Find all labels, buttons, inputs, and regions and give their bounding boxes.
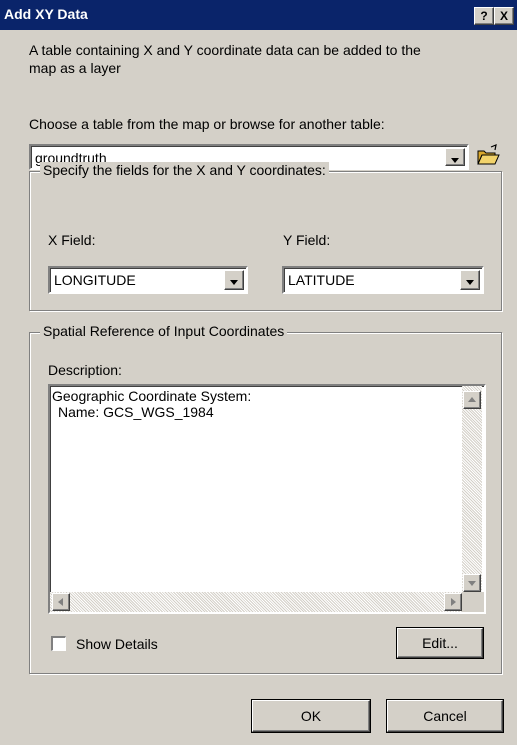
intro-line-1: A table containing X and Y coordinate da… bbox=[29, 42, 421, 58]
horizontal-scroll-track[interactable] bbox=[50, 592, 462, 612]
table-dropdown-button[interactable] bbox=[445, 148, 465, 166]
description-label: Description: bbox=[48, 362, 122, 378]
x-field-select[interactable]: LONGITUDE bbox=[48, 266, 248, 294]
description-box[interactable]: Geographic Coordinate System: Name: GCS_… bbox=[48, 384, 486, 614]
help-button[interactable]: ? bbox=[474, 7, 494, 25]
ok-button[interactable]: OK bbox=[252, 700, 370, 732]
y-field-select[interactable]: LATITUDE bbox=[282, 266, 484, 294]
close-button[interactable]: X bbox=[494, 7, 514, 25]
x-field-dropdown-button[interactable] bbox=[224, 270, 244, 290]
scroll-corner bbox=[462, 592, 484, 612]
cancel-button[interactable]: Cancel bbox=[387, 700, 503, 732]
x-field-value: LONGITUDE bbox=[54, 272, 136, 288]
intro-line-2: map as a layer bbox=[29, 60, 121, 76]
browse-button[interactable] bbox=[473, 142, 503, 170]
vertical-scroll-track[interactable] bbox=[462, 386, 482, 592]
description-line-2: Name: GCS_WGS_1984 bbox=[58, 404, 214, 420]
x-field-label: X Field: bbox=[48, 232, 96, 248]
show-details-label: Show Details bbox=[76, 636, 158, 652]
description-line-1: Geographic Coordinate System: bbox=[52, 388, 252, 404]
y-field-dropdown-button[interactable] bbox=[460, 270, 480, 290]
y-field-label: Y Field: bbox=[283, 232, 331, 248]
table-prompt: Choose a table from the map or browse fo… bbox=[29, 116, 385, 132]
fields-group-legend: Specify the fields for the X and Y coord… bbox=[40, 162, 329, 178]
scroll-down-button[interactable] bbox=[463, 574, 481, 592]
scroll-left-button[interactable] bbox=[52, 593, 70, 611]
edit-button[interactable]: Edit... bbox=[397, 628, 483, 658]
scroll-up-button[interactable] bbox=[463, 391, 481, 409]
window-title: Add XY Data bbox=[4, 6, 88, 22]
show-details-checkbox[interactable] bbox=[51, 636, 66, 651]
scroll-right-button[interactable] bbox=[444, 593, 462, 611]
spatial-group-legend: Spatial Reference of Input Coordinates bbox=[40, 323, 288, 339]
open-folder-icon bbox=[477, 144, 500, 165]
title-bar: Add XY Data ? X bbox=[0, 0, 517, 30]
y-field-value: LATITUDE bbox=[288, 272, 355, 288]
